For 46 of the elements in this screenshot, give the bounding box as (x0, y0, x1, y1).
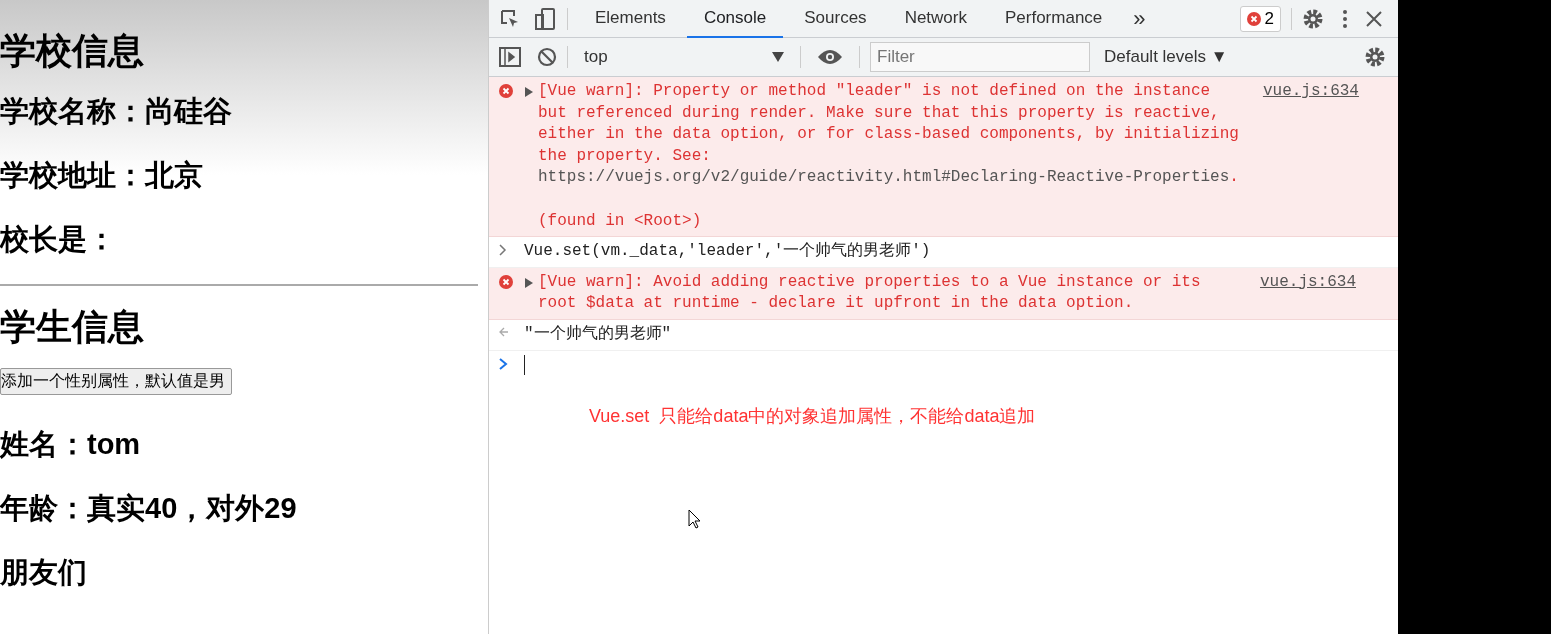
expand-icon[interactable] (524, 277, 533, 288)
source-link[interactable]: vue.js:634 (1260, 271, 1356, 294)
kebab-menu-icon[interactable] (1342, 8, 1348, 29)
clear-console-icon[interactable] (537, 47, 557, 67)
error-icon (499, 274, 513, 289)
return-arrow-icon (499, 326, 509, 337)
sidebar-toggle-icon[interactable] (499, 47, 521, 67)
devtools-tab[interactable]: Network (887, 0, 984, 38)
input-chevron-icon (499, 244, 507, 257)
settings-icon[interactable] (1302, 7, 1324, 30)
more-tabs-button[interactable]: » (1123, 5, 1156, 32)
devtools-tab[interactable]: Performance (988, 0, 1120, 38)
dropdown-arrow-icon[interactable] (772, 52, 784, 62)
filter-field[interactable]: Filter (870, 42, 1090, 72)
close-icon[interactable] (1366, 10, 1382, 27)
warning-message: [Vue warn]: Avoid adding reactive properties to a Vue instance or its root $data at runtime - declare it upfront in the data option. (538, 271, 1202, 315)
error-icon (499, 84, 513, 98)
found-in-text: (found in <Root>) (538, 210, 703, 232)
section-heading: 学校信息 (0, 30, 145, 72)
console-result: "一个帅气的男老师" (524, 323, 673, 345)
source-link[interactable]: vue.js:634 (1262, 81, 1359, 103)
devtools-tab[interactable]: Sources (787, 0, 884, 38)
info-line: 学校名称：尚硅谷 (0, 94, 233, 129)
info-line: 校长是： (0, 222, 117, 257)
expand-icon[interactable] (524, 87, 533, 97)
warning-message: [Vue warn]: Property or method "leader" is not defined on the instance but referenced during render. Make sure that this property is reactive, either in the data option, or for class-based components, by initializing the property. See: https://vuejs.org/v2/guide/reactivity.html#Declaring-Reactive-Properties. (538, 81, 1239, 189)
context-select[interactable]: top (578, 47, 790, 67)
device-icon[interactable] (533, 6, 557, 31)
info-line: 年龄：真实40，对外29 (0, 491, 298, 526)
info-line: 姓名：tom (0, 427, 142, 462)
section-heading: 学生信息 (0, 306, 145, 348)
add-property-button[interactable]: 添加一个性别属性，默认值是男 (0, 368, 232, 395)
text-cursor (524, 354, 525, 375)
error-count-badge[interactable]: 2 (1239, 5, 1281, 32)
info-line: 学校地址：北京 (0, 158, 204, 193)
mouse-pointer-icon (688, 509, 701, 529)
eye-icon[interactable] (817, 49, 843, 65)
docs-link[interactable]: https://vuejs.org/v2/guide/reactivity.html#Declaring-Reactive-Properties (538, 168, 1230, 187)
console-command-text: Vue.set(vm._data,'leader','一个帅气的男老师') (524, 241, 932, 263)
prompt-chevron-icon (499, 357, 508, 370)
error-icon (1246, 11, 1261, 26)
settings-icon[interactable] (1364, 46, 1386, 68)
devtools-tab[interactable]: Elements (578, 0, 683, 38)
levels-dropdown[interactable]: Default levels ▼ (1104, 47, 1228, 67)
annotation-text: Vue.set 只能给data中的对象追加属性，不能给data追加 (589, 405, 1036, 428)
info-line: 朋友们 (0, 555, 88, 590)
